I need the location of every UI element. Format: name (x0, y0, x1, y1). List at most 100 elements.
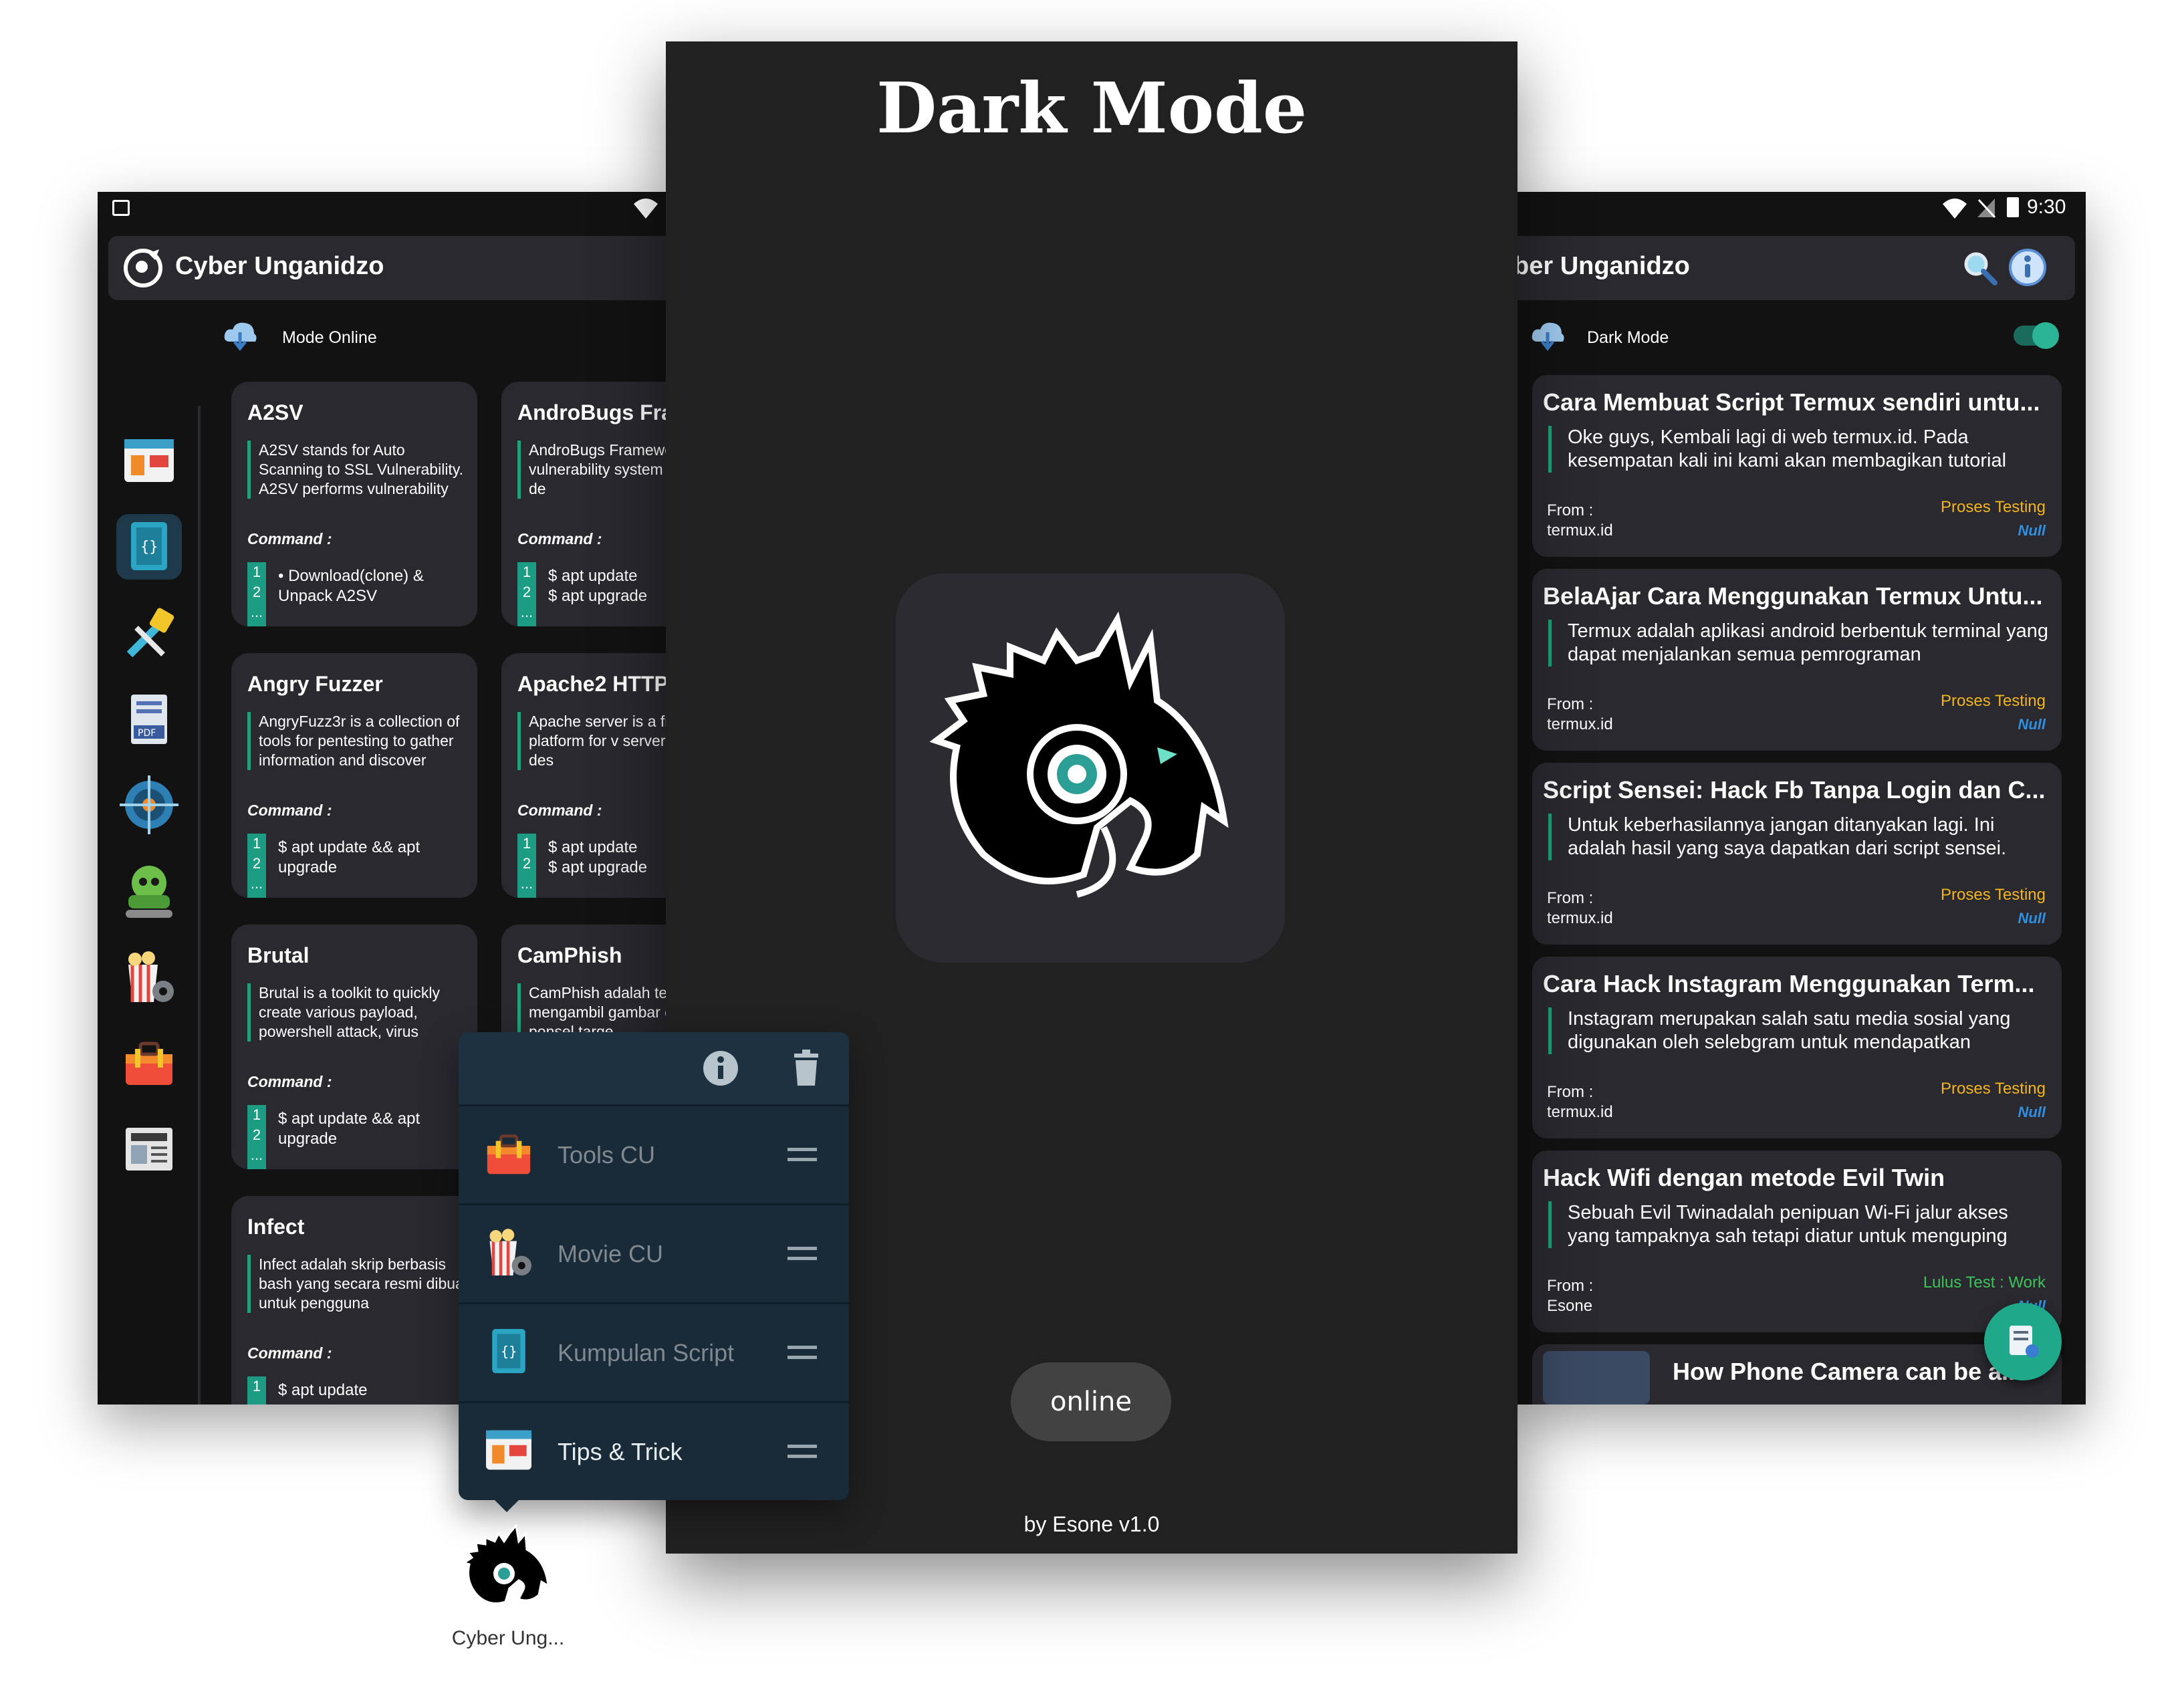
card-title: AndroBugs Fra (517, 400, 673, 424)
tool-card[interactable]: Brutal Brutal is a toolkit to quickly cr… (231, 925, 477, 1169)
shortcut-menu: Tools CU Movie CU {} Kumpulan Script Tip… (459, 1032, 849, 1512)
app-logo-icon[interactable] (122, 247, 164, 289)
article-source: From : Esone (1547, 1277, 1594, 1315)
card-title: Angry Fuzzer (247, 672, 383, 696)
toolbox-icon (126, 1042, 172, 1085)
menu-pointer (495, 1500, 519, 1512)
shortcut-label: Kumpulan Script (558, 1339, 735, 1366)
sidebar-item-news[interactable] (116, 1116, 182, 1181)
shortcut-movie-cu[interactable]: Movie CU (459, 1203, 849, 1304)
battery-icon (2007, 197, 2019, 217)
article-description: Untuk keberhasilannya jangan ditanyakan … (1548, 814, 2049, 860)
wifi-icon (634, 199, 658, 219)
sidebar-item-tools[interactable] (116, 601, 182, 666)
line-numbers: 1 (247, 1376, 266, 1405)
app-title: ber Unganidzo (1513, 252, 1690, 280)
tool-card[interactable]: Infect Infect adalah skrip berbasis bash… (231, 1196, 477, 1405)
article-card[interactable]: BelaAjar Cara Menggunakan Termux Untu...… (1532, 569, 2062, 751)
script-icon: {} (492, 1329, 525, 1374)
line-numbers: 1 2... (247, 562, 266, 626)
tool-card[interactable]: AndroBugs Fra AndroBugs Framewo Android … (501, 382, 673, 626)
article-card[interactable]: Cara Hack Instagram Menggunakan Term... … (1532, 957, 2062, 1138)
article-card[interactable]: Cara Membuat Script Termux sendiri untu.… (1532, 375, 2062, 557)
launcher-app-icon[interactable] (463, 1524, 554, 1615)
article-card[interactable]: Script Sensei: Hack Fb Tanpa Login dan C… (1532, 763, 2062, 945)
article-source: From : termux.id (1547, 501, 1613, 539)
article-thumbnail (1543, 1351, 1650, 1405)
mode-label: Mode Online (282, 328, 377, 347)
app-icon (896, 574, 1285, 963)
tips-trick-icon (124, 439, 174, 482)
info-icon[interactable] (2008, 248, 2047, 287)
robot-icon (126, 866, 172, 918)
line-numbers: 1 2... (517, 562, 536, 626)
drag-handle-icon[interactable] (787, 1148, 817, 1161)
command-code: $ apt update (278, 1381, 368, 1399)
article-card[interactable]: How Phone Camera can be a... (1532, 1344, 2062, 1405)
article-list: Cara Membuat Script Termux sendiri untu.… (1532, 375, 2067, 1405)
svg-text:PDF: PDF (138, 728, 156, 739)
line-numbers: 1 2... (247, 1105, 266, 1169)
article-card[interactable]: Hack Wifi dengan metode Evil Twin Sebuah… (1532, 1150, 2062, 1332)
shortcut-tools-cu[interactable]: Tools CU (459, 1104, 849, 1205)
line-numbers: 1 2... (517, 834, 536, 898)
sidebar-item-toolbox[interactable] (116, 1030, 182, 1096)
cloud-download-icon (1532, 322, 1564, 351)
drag-handle-icon[interactable] (787, 1445, 817, 1458)
splash-title: Dark Mode (876, 67, 1307, 149)
toggle-knob (2032, 322, 2059, 349)
shortcut-kumpulan-script[interactable]: {} Kumpulan Script (459, 1302, 849, 1403)
sidebar-item-tips-trick[interactable] (116, 429, 182, 494)
tool-card[interactable]: Apache2 HTTP Apache server is a fr sourc… (501, 653, 673, 898)
sidebar-item-games[interactable] (116, 858, 182, 923)
command-code: $ apt update && apt upgrade (278, 1110, 420, 1148)
tools-icon (126, 608, 174, 658)
wifi-icon (1943, 199, 1967, 219)
document-icon (2010, 1326, 2039, 1358)
fab-button[interactable] (1984, 1303, 2062, 1380)
news-icon (126, 1128, 172, 1171)
article-status: Proses Testing (1941, 886, 2046, 904)
tool-card[interactable]: Angry Fuzzer AngryFuzz3r is a collection… (231, 653, 477, 898)
trash-icon[interactable] (790, 1050, 822, 1087)
line-numbers: 1 2... (247, 834, 266, 898)
tool-card[interactable]: A2SV A2SV stands for Auto Scanning to SS… (231, 382, 477, 626)
online-button[interactable]: online (1011, 1362, 1171, 1441)
drag-handle-icon[interactable] (787, 1346, 817, 1359)
article-source: From : termux.id (1547, 695, 1613, 733)
command-code: $ apt update $ apt upgrade (548, 567, 648, 605)
sidebar: {} PDF (98, 406, 201, 1405)
sidebar-item-scripts[interactable]: {} (116, 514, 182, 580)
cloud-download-icon (224, 322, 257, 351)
article-description: Sebuah Evil Twinadalah penipuan Wi-Fi ja… (1548, 1201, 2049, 1248)
article-tag: Null (2018, 716, 2046, 733)
dark-mode-toggle[interactable] (2014, 322, 2059, 349)
shortcut-tips-trick[interactable]: Tips & Trick (459, 1401, 849, 1502)
version-footer: by Esone v1.0 (1023, 1512, 1160, 1536)
card-title: Brutal (247, 943, 310, 967)
status-bar: 9:30 (1509, 192, 2086, 227)
command-code: $ apt update && apt upgrade (278, 838, 420, 876)
article-title: Script Sensei: Hack Fb Tanpa Login dan C… (1543, 776, 2046, 804)
card-description: AndroBugs Framewo Android vulnerability … (517, 441, 673, 499)
status-bar (98, 192, 673, 227)
command-label: Command : (517, 802, 602, 819)
drag-handle-icon[interactable] (787, 1247, 817, 1260)
command-label: Command : (517, 530, 602, 547)
sidebar-item-movie[interactable] (116, 945, 182, 1010)
sidebar-item-hacking[interactable] (116, 772, 182, 838)
article-status: Lulus Test : Work (1923, 1273, 2046, 1292)
app-info-icon[interactable] (702, 1050, 739, 1087)
sidebar-item-pdf[interactable]: PDF (116, 687, 182, 752)
card-title: Apache2 HTTP (517, 672, 669, 696)
globe-icon (120, 775, 178, 834)
search-icon[interactable] (1961, 249, 1999, 287)
article-tag: Null (2018, 910, 2046, 927)
movie-icon (489, 1229, 531, 1275)
image-notification-icon (112, 200, 130, 216)
card-description: AngryFuzz3r is a collection of tools for… (247, 712, 473, 770)
command-label: Command : (247, 530, 332, 547)
card-title: Infect (247, 1215, 305, 1239)
card-description: A2SV stands for Auto Scanning to SSL Vul… (247, 441, 473, 499)
article-title: Cara Hack Instagram Menggunakan Term... (1543, 970, 2035, 997)
